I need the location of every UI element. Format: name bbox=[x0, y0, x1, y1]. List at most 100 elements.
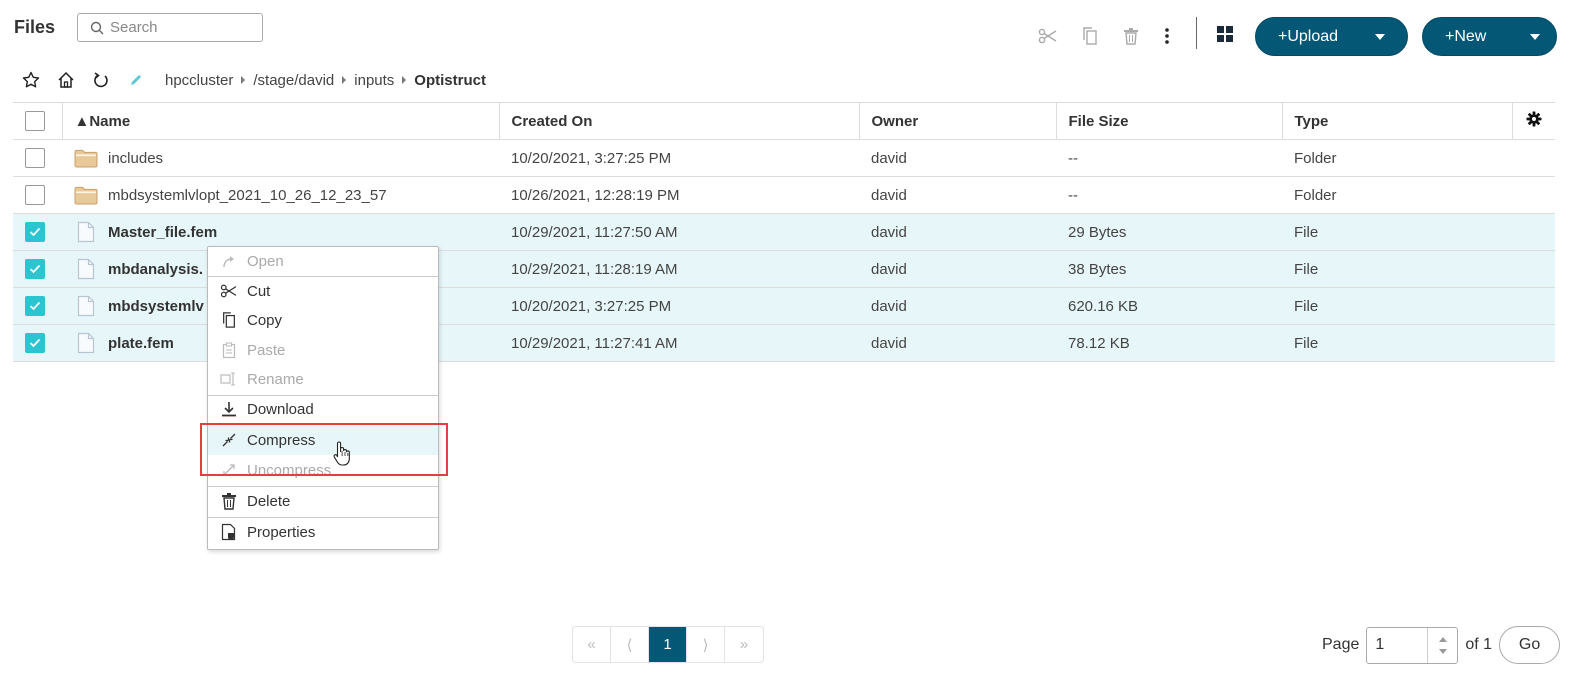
folder-icon bbox=[74, 186, 98, 204]
row-checkbox[interactable] bbox=[25, 296, 45, 316]
table-row[interactable]: includes 10/20/2021, 3:27:25 PM david --… bbox=[13, 139, 1555, 177]
row-checkbox-cell bbox=[13, 176, 62, 214]
size-cell: -- bbox=[1056, 139, 1282, 177]
column-settings-button[interactable] bbox=[1512, 102, 1555, 140]
first-page-button[interactable]: « bbox=[573, 627, 611, 662]
file-icon bbox=[77, 221, 95, 243]
file-icon-wrap bbox=[74, 332, 98, 354]
row-checkbox[interactable] bbox=[25, 259, 45, 279]
column-header-created[interactable]: Created On bbox=[499, 102, 860, 140]
checkmark-icon bbox=[29, 301, 41, 311]
page-1-button[interactable]: 1 bbox=[649, 627, 687, 662]
created-cell: 10/29/2021, 11:27:50 AM bbox=[499, 213, 859, 251]
row-checkbox[interactable] bbox=[25, 222, 45, 242]
increment-arrow-icon[interactable] bbox=[1438, 636, 1447, 642]
new-dropdown-caret-icon[interactable] bbox=[1530, 33, 1540, 40]
home-icon[interactable] bbox=[55, 69, 77, 91]
type-cell: File bbox=[1282, 287, 1512, 325]
file-name[interactable]: includes bbox=[108, 150, 163, 167]
menu-item-rename[interactable]: Rename bbox=[208, 364, 438, 394]
breadcrumb-item[interactable]: /stage/david bbox=[253, 72, 334, 89]
search-box[interactable] bbox=[77, 13, 263, 42]
file-name[interactable]: mbdanalysis. bbox=[108, 261, 203, 278]
highlight-annotation-box bbox=[200, 423, 448, 476]
table-row[interactable]: Master_file.fem 10/29/2021, 11:27:50 AM … bbox=[13, 213, 1555, 251]
next-page-button[interactable]: ⟩ bbox=[687, 627, 725, 662]
type-cell: Folder bbox=[1282, 139, 1512, 177]
file-icon bbox=[77, 295, 95, 317]
empty-cell bbox=[1512, 287, 1555, 325]
view-toggle-button[interactable] bbox=[1213, 22, 1237, 46]
upload-button[interactable]: +Upload bbox=[1255, 17, 1408, 56]
row-checkbox-cell bbox=[13, 250, 62, 288]
table-row[interactable]: mbdsystemlvlopt_2021_10_26_12_23_57 10/2… bbox=[13, 176, 1555, 214]
created-cell: 10/20/2021, 3:27:25 PM bbox=[499, 139, 859, 177]
page-stepper[interactable] bbox=[1427, 627, 1457, 663]
star-icon[interactable] bbox=[20, 69, 42, 91]
row-checkbox[interactable] bbox=[25, 333, 45, 353]
empty-cell bbox=[1512, 213, 1555, 251]
select-all-cell bbox=[13, 102, 63, 140]
folder-icon bbox=[74, 149, 98, 167]
empty-cell bbox=[1512, 324, 1555, 362]
file-icon bbox=[77, 332, 95, 354]
more-options-button[interactable] bbox=[1155, 24, 1179, 48]
name-cell[interactable]: Master_file.fem bbox=[62, 213, 499, 251]
type-cell: File bbox=[1282, 250, 1512, 288]
copy-icon bbox=[1083, 27, 1097, 45]
column-header-type[interactable]: Type bbox=[1282, 102, 1513, 140]
column-header-size[interactable]: File Size bbox=[1056, 102, 1283, 140]
cut-button[interactable] bbox=[1036, 24, 1060, 48]
file-name[interactable]: Master_file.fem bbox=[108, 224, 217, 241]
delete-button[interactable] bbox=[1119, 24, 1143, 48]
menu-item-cut[interactable]: Cut bbox=[208, 276, 438, 306]
search-input[interactable] bbox=[108, 18, 248, 37]
column-header-owner[interactable]: Owner bbox=[859, 102, 1057, 140]
copy-button[interactable] bbox=[1078, 24, 1102, 48]
breadcrumb-separator-icon bbox=[241, 76, 246, 84]
breadcrumb-item[interactable]: hpccluster bbox=[165, 72, 233, 89]
owner-cell: david bbox=[859, 287, 1056, 325]
owner-cell: david bbox=[859, 139, 1056, 177]
checkmark-icon bbox=[29, 338, 41, 348]
table-header-row: ▲Name Created On Owner File Size Type bbox=[13, 102, 1555, 140]
edit-icon[interactable] bbox=[125, 69, 147, 91]
new-label: +New bbox=[1445, 27, 1487, 45]
menu-item-copy[interactable]: Copy bbox=[208, 305, 438, 335]
breadcrumb-item[interactable]: inputs bbox=[354, 72, 394, 89]
file-icon-wrap bbox=[74, 258, 98, 280]
menu-item-open[interactable]: Open bbox=[208, 246, 438, 276]
file-name[interactable]: mbdsystemlvlopt_2021_10_26_12_23_57 bbox=[108, 187, 387, 204]
name-cell[interactable]: mbdsystemlvlopt_2021_10_26_12_23_57 bbox=[62, 176, 499, 214]
refresh-icon[interactable] bbox=[90, 69, 112, 91]
file-name[interactable]: plate.fem bbox=[108, 335, 174, 352]
menu-item-properties[interactable]: Properties bbox=[208, 517, 438, 547]
menu-item-label: Rename bbox=[247, 370, 304, 388]
delete-icon bbox=[220, 492, 238, 510]
file-name[interactable]: mbdsystemlv bbox=[108, 298, 204, 315]
prev-page-button[interactable]: ⟨ bbox=[611, 627, 649, 662]
menu-item-download[interactable]: Download bbox=[208, 394, 438, 424]
cut-icon bbox=[220, 282, 238, 300]
upload-dropdown-caret-icon[interactable] bbox=[1375, 33, 1385, 40]
breadcrumb-separator-icon bbox=[402, 76, 407, 84]
menu-item-paste[interactable]: Paste bbox=[208, 335, 438, 365]
gear-icon bbox=[1526, 111, 1542, 127]
new-button[interactable]: +New bbox=[1422, 17, 1557, 56]
page-number-input[interactable] bbox=[1367, 635, 1428, 655]
upload-label: +Upload bbox=[1278, 27, 1339, 45]
select-all-checkbox[interactable] bbox=[25, 111, 45, 131]
name-cell[interactable]: includes bbox=[62, 139, 499, 177]
go-button[interactable]: Go bbox=[1499, 626, 1561, 664]
column-header-name[interactable]: ▲Name bbox=[62, 102, 500, 140]
page-number-field[interactable] bbox=[1366, 626, 1459, 664]
page-title: Files bbox=[14, 17, 56, 37]
decrement-arrow-icon[interactable] bbox=[1438, 648, 1447, 654]
menu-item-delete[interactable]: Delete bbox=[208, 486, 438, 516]
kebab-icon bbox=[1165, 28, 1169, 44]
row-checkbox[interactable] bbox=[25, 185, 45, 205]
owner-cell: david bbox=[859, 324, 1056, 362]
row-checkbox[interactable] bbox=[25, 148, 45, 168]
last-page-button[interactable]: » bbox=[725, 627, 763, 662]
breadcrumb-current: Optistruct bbox=[414, 71, 486, 89]
